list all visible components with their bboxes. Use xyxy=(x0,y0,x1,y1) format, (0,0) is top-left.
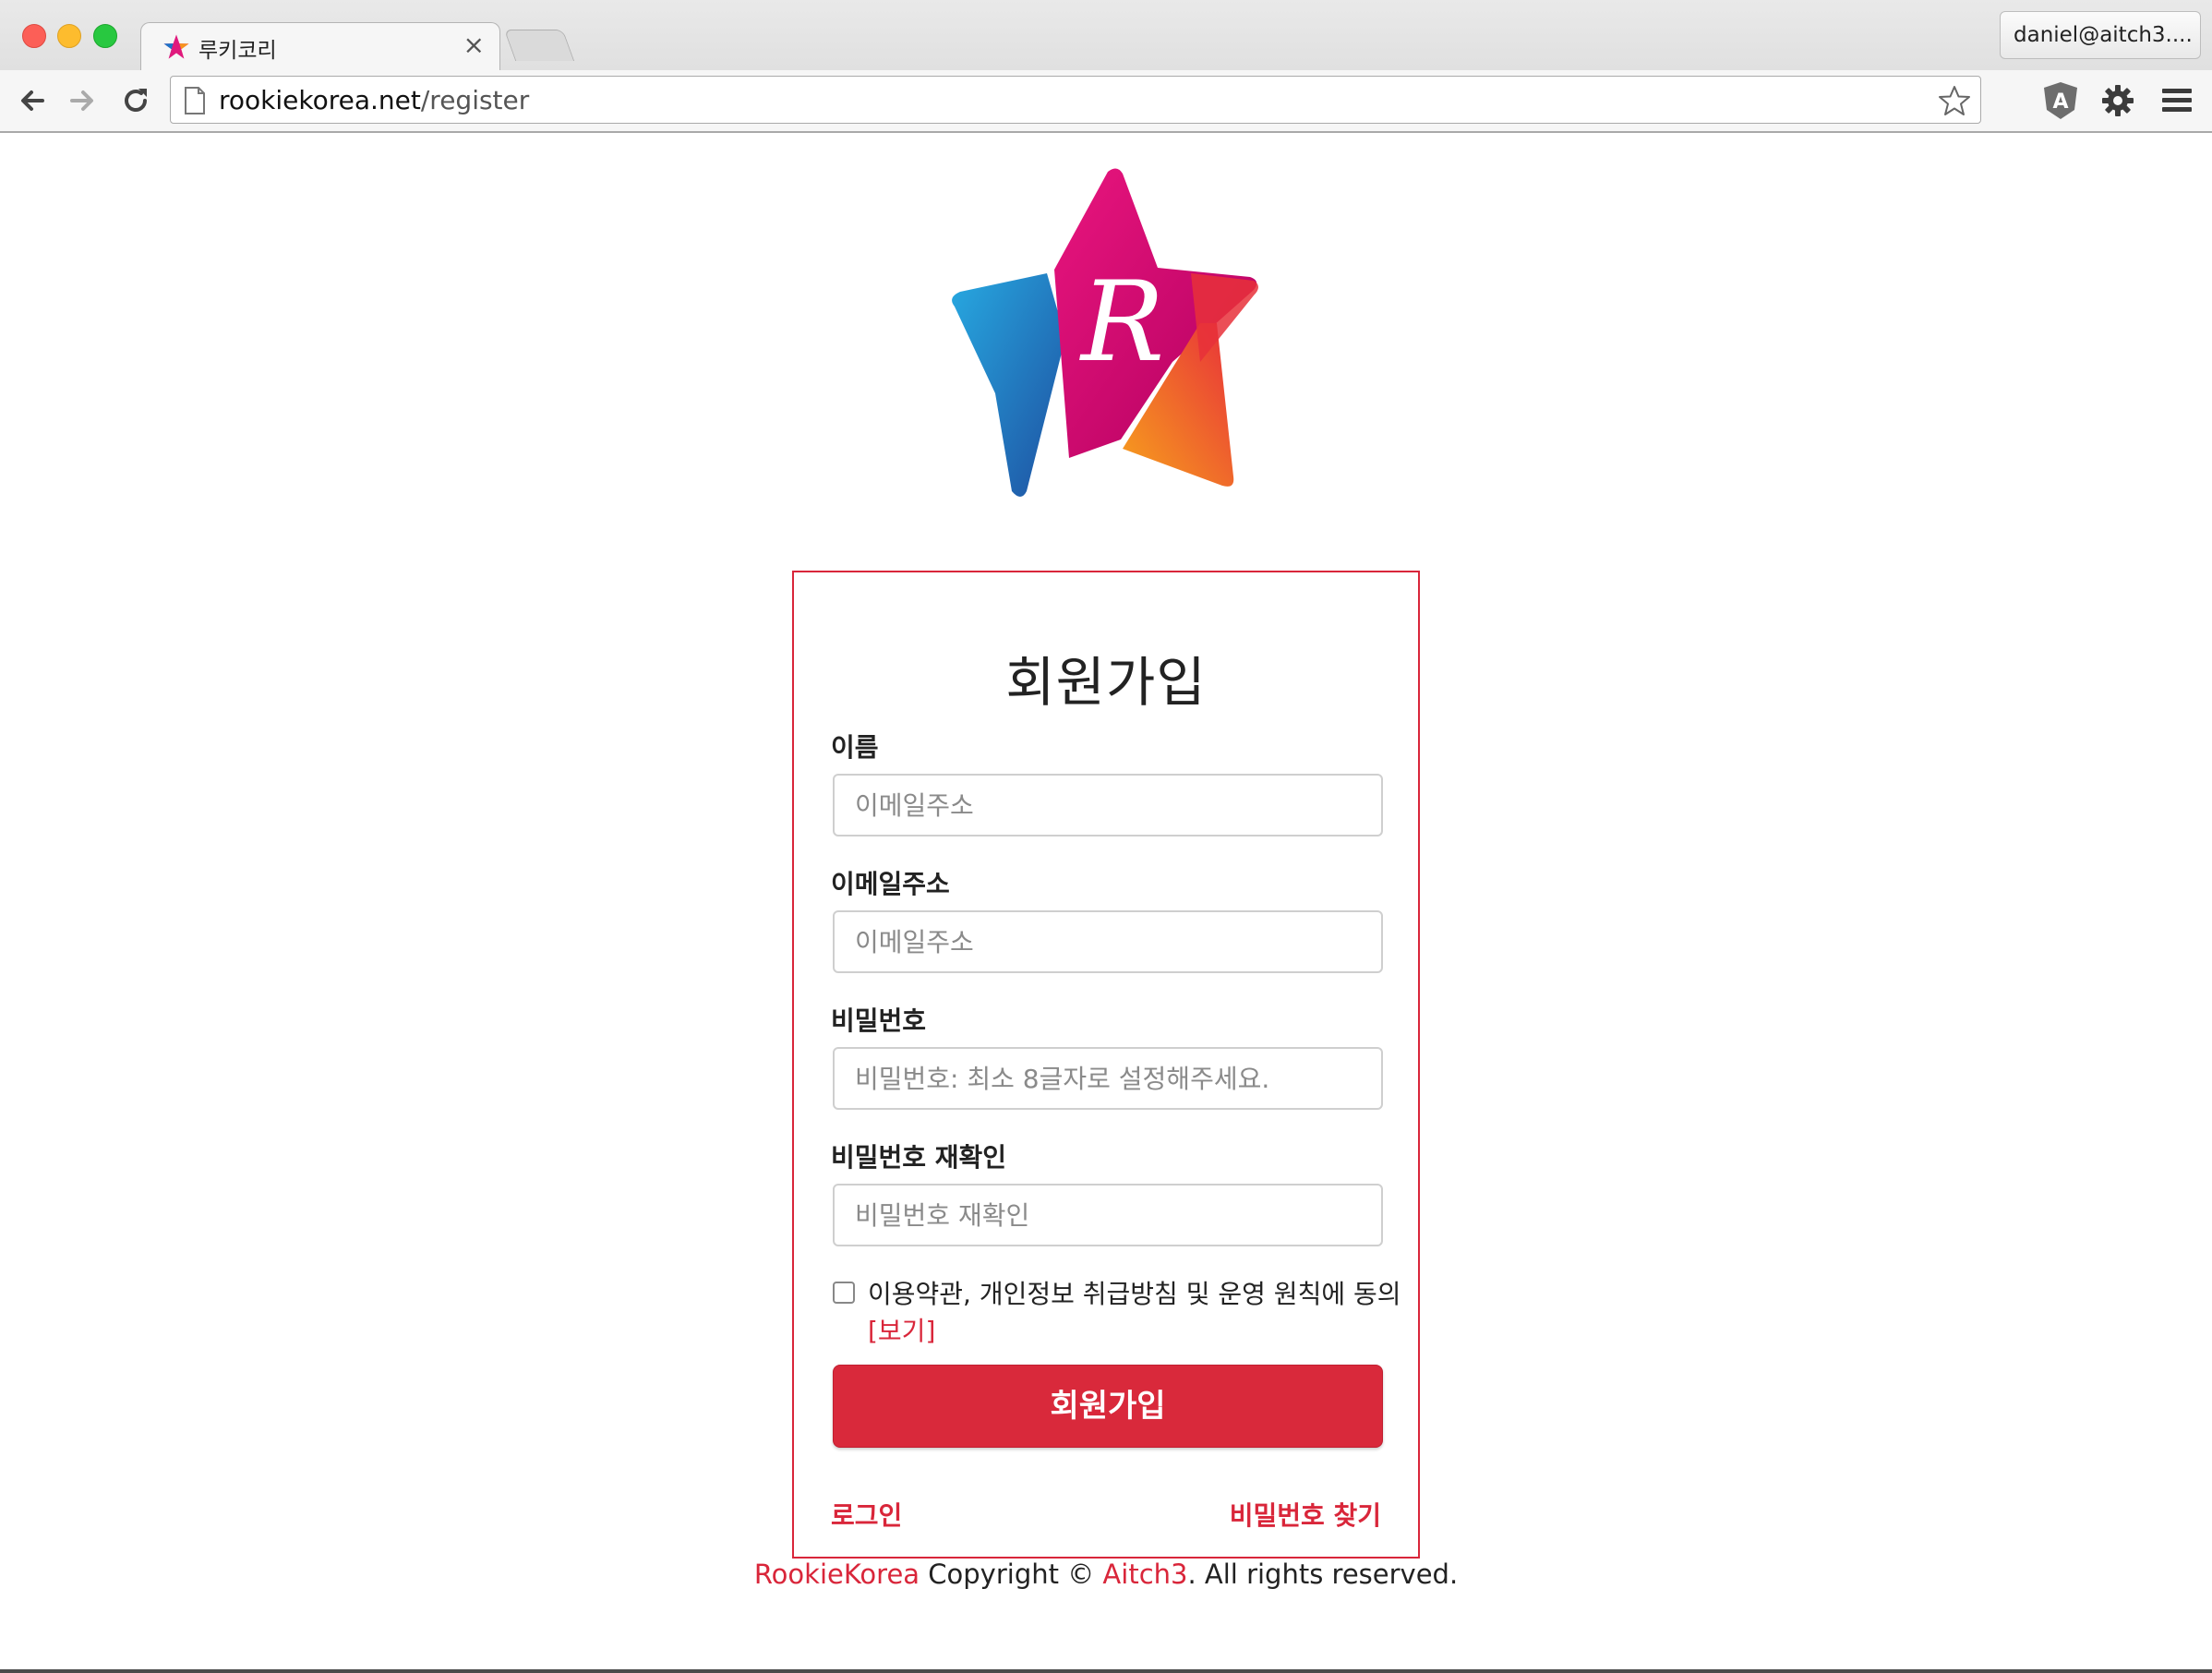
forward-icon xyxy=(70,90,93,111)
page-title: 회원가입 xyxy=(1005,651,1207,714)
password-input[interactable] xyxy=(833,1047,1383,1110)
register-card: 회원가입 이름 이메일주소 비밀번호 비밀번호 재확인 이용약관, 개인정보 취… xyxy=(792,571,1420,1559)
reload-icon xyxy=(125,89,147,112)
password-confirm-label: 비밀번호 재확인 xyxy=(831,1142,1007,1173)
rookiekorea-favicon-icon xyxy=(163,34,189,59)
browser-chrome: 루키코리 × daniel@aitch3.... rookiekorea.net… xyxy=(0,0,2212,133)
name-label: 이름 xyxy=(831,732,879,763)
zoom-window-button[interactable] xyxy=(93,24,117,48)
terms-checkbox[interactable] xyxy=(833,1282,855,1304)
address-bar[interactable]: rookiekorea.net/register xyxy=(170,76,1981,124)
page-icon xyxy=(185,87,205,114)
minimize-window-button[interactable] xyxy=(57,24,81,48)
url-path: /register xyxy=(420,85,530,115)
reload-button[interactable] xyxy=(118,83,153,118)
tab-title: 루키코리 xyxy=(198,39,277,63)
menu-icon[interactable] xyxy=(2158,81,2195,120)
back-button[interactable] xyxy=(15,83,50,118)
footer-rights-text: . All rights reserved. xyxy=(1187,1559,1459,1590)
password-label: 비밀번호 xyxy=(831,1005,927,1036)
back-icon xyxy=(21,90,44,111)
logo-letter: R xyxy=(1079,259,1164,387)
password-confirm-input[interactable] xyxy=(833,1184,1383,1246)
rookiekorea-logo: R xyxy=(952,168,1258,497)
login-link[interactable]: 로그인 xyxy=(831,1496,902,1533)
settings-gear-icon[interactable] xyxy=(2099,81,2136,120)
footer-company-link[interactable]: Aitch3 xyxy=(1102,1559,1187,1590)
url-text[interactable]: rookiekorea.net/register xyxy=(219,85,529,115)
angular-extension-icon[interactable]: A xyxy=(2042,81,2079,120)
terms-agreement-text: 이용약관, 개인정보 취급방침 및 운영 원칙에 동의 xyxy=(868,1279,1401,1309)
footer-brand-link[interactable]: RookieKorea xyxy=(754,1559,920,1590)
svg-text:A: A xyxy=(2052,90,2068,114)
bookmark-star-icon[interactable] xyxy=(1938,84,1971,117)
name-input[interactable] xyxy=(833,774,1383,836)
url-host: rookiekorea.net xyxy=(219,85,421,115)
terms-view-link[interactable]: [보기] xyxy=(868,1311,935,1348)
tab-strip: 루키코리 × daniel@aitch3.... xyxy=(0,0,2212,70)
forward-button[interactable] xyxy=(65,83,100,118)
find-password-link[interactable]: 비밀번호 찾기 xyxy=(1230,1496,1381,1533)
email-input[interactable] xyxy=(833,910,1383,973)
close-window-button[interactable] xyxy=(22,24,46,48)
register-button[interactable]: 회원가입 xyxy=(833,1365,1383,1448)
window-bottom-edge xyxy=(0,1669,2212,1673)
tab-close-icon[interactable]: × xyxy=(463,30,485,60)
email-label: 이메일주소 xyxy=(831,869,950,899)
profile-button[interactable]: daniel@aitch3.... xyxy=(2000,11,2201,59)
new-tab-button[interactable] xyxy=(503,30,575,61)
footer-copyright-text: Copyright © xyxy=(920,1559,1103,1590)
browser-toolbar: rookiekorea.net/register A xyxy=(0,70,2212,131)
browser-tab-active[interactable]: 루키코리 × xyxy=(140,22,500,70)
footer-copyright: RookieKorea Copyright © Aitch3. All righ… xyxy=(0,1559,2212,1590)
